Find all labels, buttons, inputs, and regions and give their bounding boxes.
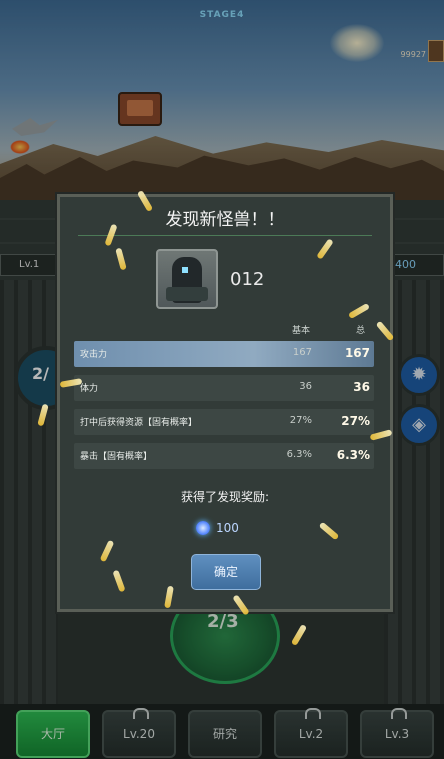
stat-row-crit-chance: 暴击【固有概率】 6.3% 6.3%: [74, 443, 374, 469]
dialog-title: 发现新怪兽！！: [165, 210, 285, 230]
stat-base: 6.3%: [286, 449, 312, 460]
gem-icon: [196, 521, 210, 535]
stat-total: 36: [353, 380, 370, 394]
reward-title: 获得了发现奖励:: [180, 490, 270, 504]
title-divider: [78, 235, 372, 236]
stat-label: 暴击【固有概率】: [80, 452, 153, 462]
confirm-button[interactable]: 确定: [191, 554, 261, 590]
monster-armor: [166, 287, 208, 301]
monster-portrait: [156, 249, 218, 309]
stat-total: 6.3%: [336, 448, 370, 462]
stat-label: 体力: [80, 384, 99, 394]
reward-value: 100: [216, 521, 239, 535]
column-base-header: 基本: [292, 326, 311, 336]
stat-total: 27%: [341, 414, 370, 428]
stat-row-stamina: 体力 36 36: [74, 375, 374, 401]
stat-label: 攻击力: [80, 350, 108, 360]
game-screen: STAGE4 99927 Lv.1 400 2/ ✹ ◈ 2/3 大厅 Lv.2…: [0, 0, 444, 759]
stat-row-resource-chance: 打中后获得资源【固有概率】 27% 27%: [74, 409, 374, 435]
monster-id: 012: [230, 269, 265, 290]
monster-eye: [182, 267, 188, 273]
stat-base: 27%: [289, 415, 312, 426]
column-total-header: 总: [356, 326, 366, 336]
stat-label: 打中后获得资源【固有概率】: [80, 418, 198, 428]
stat-base: 36: [299, 381, 312, 392]
stat-total: 167: [344, 346, 370, 360]
stat-base: 167: [292, 347, 312, 358]
stat-row-attack: 攻击力 167 167: [74, 341, 374, 367]
